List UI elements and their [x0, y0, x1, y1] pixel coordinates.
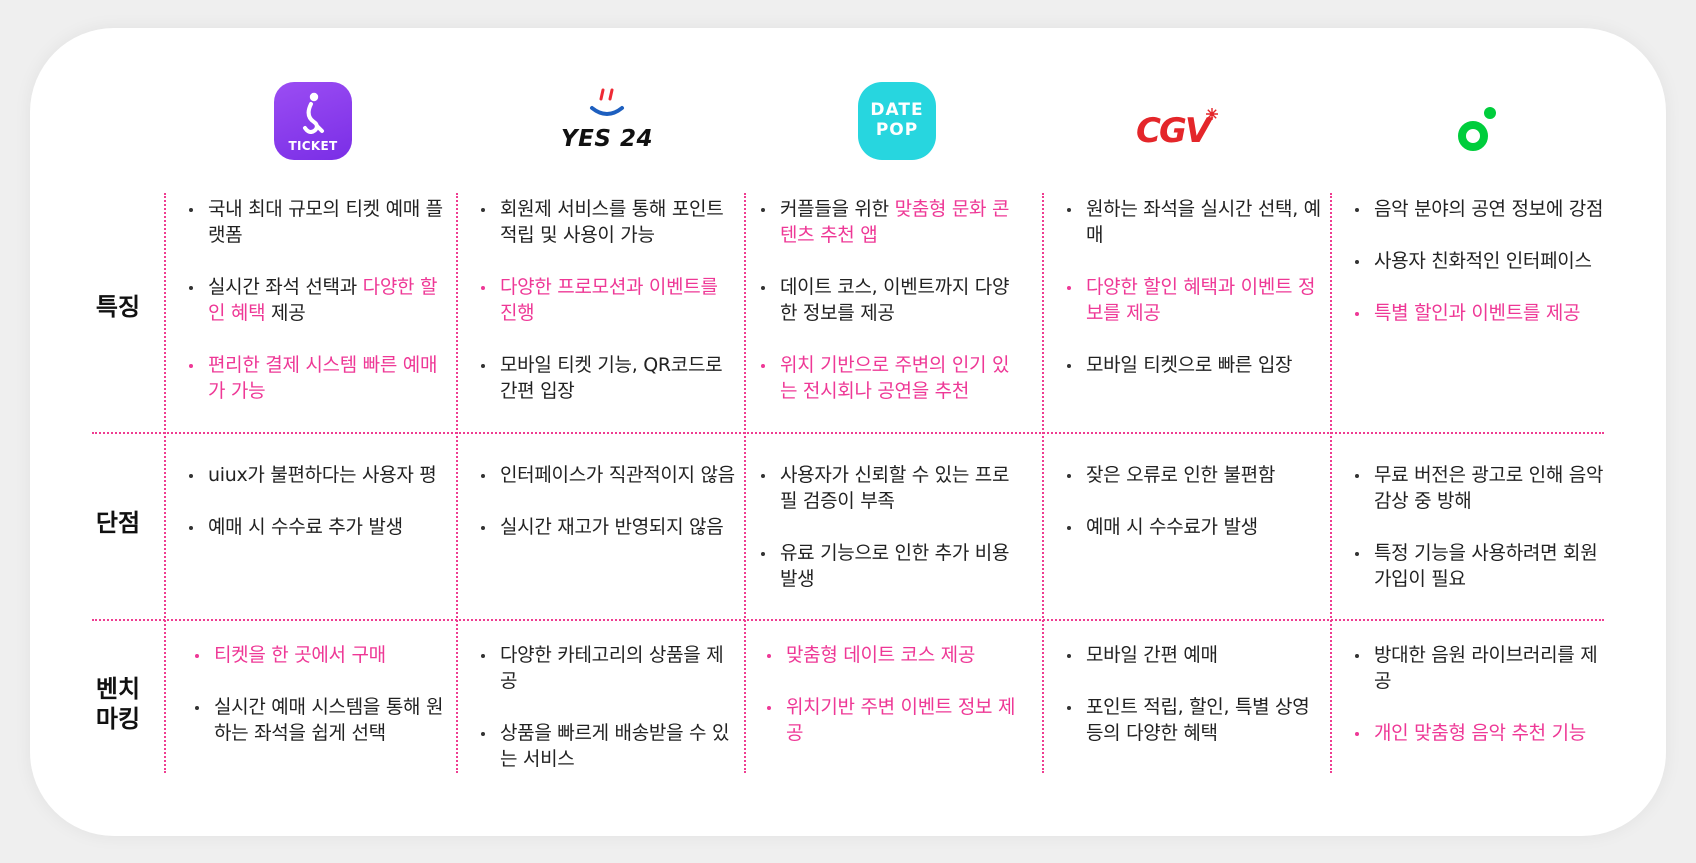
feature-text: 제공	[265, 302, 306, 324]
benchmarking-cell: 다양한 카테고리의 상품을 제공상품을 빠르게 배송받을 수 있는 서비스	[478, 642, 740, 798]
grid-divider	[744, 193, 746, 773]
ticket-logo: TICKET	[274, 82, 352, 160]
grid-divider	[92, 619, 1604, 621]
ticket-logo-text: TICKET	[288, 139, 338, 153]
feature-item: 사용자 친화적인 인터페이스	[1352, 248, 1614, 274]
feature-item: 모바일 티켓으로 빠른 입장	[1064, 352, 1326, 378]
feature-text: 가능	[225, 380, 266, 402]
benchmarking-item: 방대한 음원 라이브러리를 제공	[1352, 642, 1614, 694]
feature-item: 음악 분야의 공연 정보에 강점	[1352, 196, 1614, 222]
grid-divider	[1042, 193, 1044, 773]
feature-text: 모바일 티켓 기능, QR코드로 간편 입장	[500, 354, 723, 402]
benchmarking-item: 위치기반 주변 이벤트 정보 제공	[764, 694, 1026, 746]
features-cell: 커플들을 위한 맞춤형 문화 콘텐츠 추천 앱데이트 코스, 이벤트까지 다양한…	[758, 196, 1020, 430]
feature-item: 다양한 할인 혜택과 이벤트 정보를 제공	[1064, 274, 1326, 326]
cons-item: uiux가 불편하다는 사용자 평	[186, 462, 448, 488]
cons-item: 무료 버전은 광고로 인해 음악 감상 중 방해	[1352, 462, 1614, 514]
row-label-features: 특징	[95, 293, 141, 321]
benchmarking-item: 포인트 적립, 할인, 특별 상영 등의 다양한 혜택	[1064, 694, 1326, 746]
feature-item: 모바일 티켓 기능, QR코드로 간편 입장	[478, 352, 740, 404]
feature-text: 커플들을 위한	[780, 198, 895, 220]
cons-cell: 사용자가 신뢰할 수 있는 프로필 검증이 부족유료 기능으로 인한 추가 비용…	[758, 462, 1020, 618]
feature-text: 음악 분야의 공연 정보에 강점	[1374, 198, 1604, 220]
features-cell: 원하는 좌석을 실시간 선택, 예매다양한 할인 혜택과 이벤트 정보를 제공모…	[1064, 196, 1326, 404]
melon-logo	[1450, 102, 1506, 158]
row-label-benchmarking-line2: 마킹	[95, 705, 141, 733]
feature-item: 다양한 프로모션과 이벤트를 진행	[478, 274, 740, 326]
datepop-logo-line1: DATE	[870, 100, 924, 120]
cons-cell: 인터페이스가 직관적이지 않음실시간 재고가 반영되지 않음	[478, 462, 740, 566]
feature-item: 실시간 좌석 선택과 다양한 할인 혜택 제공	[186, 274, 448, 326]
grid-divider	[456, 193, 458, 773]
benchmarking-cell: 모바일 간편 예매포인트 적립, 할인, 특별 상영 등의 다양한 혜택	[1064, 642, 1326, 772]
feature-item: 원하는 좌석을 실시간 선택, 예매	[1064, 196, 1326, 248]
benchmarking-item: 티켓을 한 곳에서 구매	[192, 642, 454, 668]
feature-text: 모바일 티켓으로 빠른 입장	[1086, 354, 1293, 376]
feature-highlight: 위치 기반	[780, 354, 855, 376]
benchmarking-item: 모바일 간편 예매	[1064, 642, 1326, 668]
feature-text: 원하는 좌석을 실시간 선택, 예매	[1086, 198, 1321, 246]
melon-icon	[1458, 107, 1496, 151]
feature-item: 위치 기반으로 주변의 인기 있는 전시회나 공연을 추천	[758, 352, 1020, 404]
cons-cell: uiux가 불편하다는 사용자 평예매 시 수수료 추가 발생	[186, 462, 448, 566]
ticket-person-icon	[303, 92, 324, 134]
yes24-logo-text: YES 24	[561, 126, 653, 152]
grid-divider	[1330, 193, 1332, 773]
datepop-logo: DATE POP	[858, 82, 936, 160]
cons-cell: 잦은 오류로 인한 불편함예매 시 수수료가 발생	[1064, 462, 1326, 566]
cons-item: 실시간 재고가 반영되지 않음	[478, 514, 740, 540]
cons-item: 인터페이스가 직관적이지 않음	[478, 462, 740, 488]
benchmarking-cell: 맞춤형 데이트 코스 제공위치기반 주변 이벤트 정보 제공	[764, 642, 1026, 772]
benchmarking-item: 상품을 빠르게 배송받을 수 있는 서비스	[478, 720, 740, 772]
features-cell: 음악 분야의 공연 정보에 강점사용자 친화적인 인터페이스특별 할인과 이벤트…	[1352, 196, 1614, 352]
features-cell: 국내 최대 규모의 티켓 예매 플랫폼실시간 좌석 선택과 다양한 할인 혜택 …	[186, 196, 448, 430]
cons-item: 유료 기능으로 인한 추가 비용 발생	[758, 540, 1020, 592]
benchmarking-item: 실시간 예매 시스템을 통해 원하는 좌석을 쉽게 선택	[192, 694, 454, 746]
grid-divider	[164, 193, 166, 773]
feature-text: 실시간 좌석 선택과	[208, 276, 363, 298]
yes24-logo: YES 24	[552, 82, 662, 162]
row-label-cons: 단점	[95, 509, 141, 537]
benchmarking-cell: 방대한 음원 라이브러리를 제공개인 맞춤형 음악 추천 기능	[1352, 642, 1614, 772]
cons-item: 사용자가 신뢰할 수 있는 프로필 검증이 부족	[758, 462, 1020, 514]
feature-highlight: 다양한 프로모션과 이벤트	[500, 276, 701, 298]
feature-text: 국내 최대 규모의 티켓 예매 플랫폼	[208, 198, 443, 246]
feature-item: 편리한 결제 시스템 빠른 예매가 가능	[186, 352, 448, 404]
feature-text: 사용자 친화적인 인터페이스	[1374, 250, 1592, 272]
feature-text: 데이트 코스, 이벤트까지 다양한 정보를 제공	[780, 276, 1010, 324]
feature-item: 특별 할인과 이벤트를 제공	[1352, 300, 1614, 326]
cons-item: 특정 기능을 사용하려면 회원가입이 필요	[1352, 540, 1614, 592]
cons-item: 예매 시 수수료 추가 발생	[186, 514, 448, 540]
benchmarking-cell: 티켓을 한 곳에서 구매실시간 예매 시스템을 통해 원하는 좌석을 쉽게 선택	[192, 642, 454, 772]
row-label-benchmarking: 벤치 마킹	[78, 674, 158, 734]
benchmarking-item: 다양한 카테고리의 상품을 제공	[478, 642, 740, 694]
benchmarking-item: 맞춤형 데이트 코스 제공	[764, 642, 1026, 668]
benchmarking-item: 개인 맞춤형 음악 추천 기능	[1352, 720, 1614, 746]
cons-item: 잦은 오류로 인한 불편함	[1064, 462, 1326, 488]
grid-divider	[92, 432, 1604, 434]
datepop-logo-line2: POP	[875, 120, 919, 140]
cons-cell: 무료 버전은 광고로 인해 음악 감상 중 방해특정 기능을 사용하려면 회원가…	[1352, 462, 1614, 618]
feature-item: 회원제 서비스를 통해 포인트 적립 및 사용이 가능	[478, 196, 740, 248]
cons-item: 예매 시 수수료가 발생	[1064, 514, 1326, 540]
cgv-logo: CGV	[1136, 82, 1218, 162]
feature-highlight: 특별 할인과 이벤트를 제공	[1374, 302, 1581, 324]
feature-text: 회원제 서비스를 통해 포인트 적립 및 사용이 가능	[500, 198, 724, 246]
feature-item: 데이트 코스, 이벤트까지 다양한 정보를 제공	[758, 274, 1020, 326]
cgv-logo-text: CGV	[1136, 111, 1211, 151]
feature-item: 커플들을 위한 맞춤형 문화 콘텐츠 추천 앱	[758, 196, 1020, 248]
feature-highlight: 다양한 할인 혜택과 이벤트 정보를 제공	[1086, 276, 1316, 324]
cgv-star-icon	[1206, 108, 1218, 120]
feature-item: 국내 최대 규모의 티켓 예매 플랫폼	[186, 196, 448, 248]
smile-icon	[590, 88, 624, 116]
features-cell: 회원제 서비스를 통해 포인트 적립 및 사용이 가능다양한 프로모션과 이벤트…	[478, 196, 740, 430]
row-label-benchmarking-line1: 벤치	[95, 675, 141, 703]
